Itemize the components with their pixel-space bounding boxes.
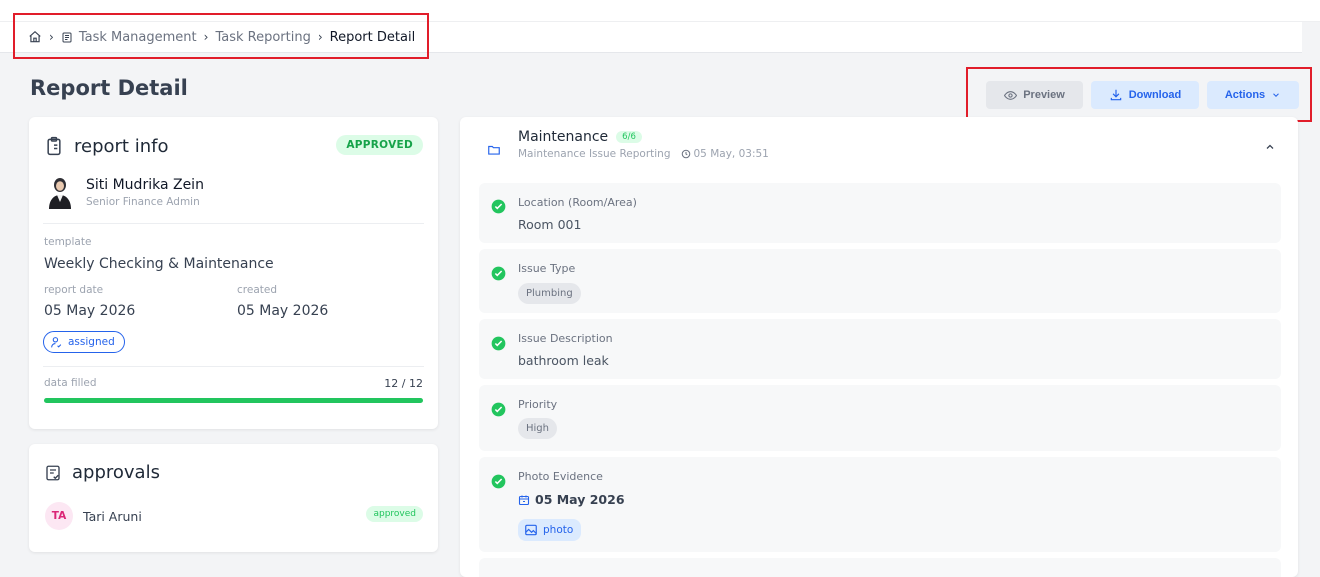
template-value: Weekly Checking & Maintenance (44, 256, 274, 272)
report-date-value: 05 May 2026 (44, 303, 136, 319)
created-value: 05 May 2026 (237, 303, 329, 319)
field-location: Location (Room/Area) Room 001 (479, 183, 1281, 243)
report-info-title: report info (74, 135, 169, 157)
section-time-text: 05 May, 03:51 (693, 148, 769, 160)
check-circle-icon (491, 402, 506, 417)
divider (43, 366, 424, 367)
approver-avatar: TA (45, 502, 73, 530)
assigned-label: assigned (68, 336, 115, 348)
data-filled-progress (44, 398, 423, 403)
section-count-badge: 6/6 (616, 131, 642, 143)
actions-highlight-box (966, 67, 1312, 122)
report-date-label: report date (44, 284, 104, 296)
check-circle-icon (491, 336, 506, 351)
approvals-title: approvals (72, 462, 160, 483)
progress-fill (44, 398, 423, 403)
data-filled-label: data filled (44, 377, 97, 389)
approver-name: Tari Aruni (83, 508, 142, 524)
section-time: 05 May, 03:51 (681, 148, 769, 160)
clipboard-icon (47, 136, 61, 156)
calendar-icon (518, 495, 530, 505)
report-user: Siti Mudrika Zein Senior Finance Admin (46, 175, 204, 209)
assigned-badge: assigned (43, 331, 125, 353)
check-circle-icon (491, 266, 506, 281)
field-issue-type: Issue Type Plumbing (479, 249, 1281, 313)
user-name: Siti Mudrika Zein (86, 176, 204, 193)
issue-type-tag: Plumbing (518, 283, 581, 304)
field-priority: Priority High (479, 385, 1281, 451)
check-circle-icon (491, 474, 506, 489)
field-label: Issue Description (518, 332, 613, 345)
section-title: Maintenance (518, 129, 609, 145)
approvals-header: approvals (44, 462, 160, 483)
field-issue-description: Issue Description bathroom leak (479, 319, 1281, 379)
approver-status-badge: approved (366, 506, 423, 522)
field-value: Room 001 (518, 217, 582, 232)
field-label: Priority (518, 398, 558, 411)
check-circle-icon (491, 199, 506, 214)
field-label: Location (Room/Area) (518, 196, 637, 209)
folder-icon (488, 145, 500, 155)
divider (43, 223, 424, 224)
report-info-card: report info APPROVED Siti Mudrika Zein S… (29, 117, 438, 429)
maintenance-section-card: Maintenance 6/6 Maintenance Issue Report… (460, 117, 1298, 577)
clock-icon (681, 149, 690, 159)
image-icon (525, 524, 537, 536)
field-value: bathroom leak (518, 353, 609, 368)
user-role: Senior Finance Admin (86, 195, 200, 208)
field-label: Photo Evidence (518, 470, 603, 483)
document-check-icon (46, 465, 60, 480)
photo-date: 05 May 2026 (518, 492, 625, 507)
priority-tag: High (518, 418, 557, 439)
template-label: template (44, 236, 92, 248)
field-label: Issue Type (518, 262, 576, 275)
section-header[interactable]: Maintenance 6/6 Maintenance Issue Report… (486, 129, 769, 160)
chevron-up-icon[interactable] (1264, 141, 1276, 153)
breadcrumb-highlight-box (13, 13, 429, 59)
data-filled-value: 12 / 12 (384, 377, 423, 390)
approvals-card: approvals TA Tari Aruni approved (29, 444, 438, 552)
field-photo-evidence: Photo Evidence 05 May 2026 photo (479, 457, 1281, 552)
page-title: Report Detail (30, 76, 188, 100)
approver-row: TA Tari Aruni (45, 502, 142, 530)
photo-date-text: 05 May 2026 (535, 492, 625, 507)
photo-attachment-label: photo (543, 524, 574, 536)
created-label: created (237, 284, 277, 296)
user-check-icon (51, 336, 62, 348)
avatar (46, 175, 74, 209)
report-info-header: report info (44, 135, 168, 157)
photo-attachment[interactable]: photo (518, 519, 582, 541)
field-next-partial (479, 558, 1281, 577)
status-badge: APPROVED (336, 135, 423, 155)
section-subtitle: Maintenance Issue Reporting (518, 148, 671, 160)
